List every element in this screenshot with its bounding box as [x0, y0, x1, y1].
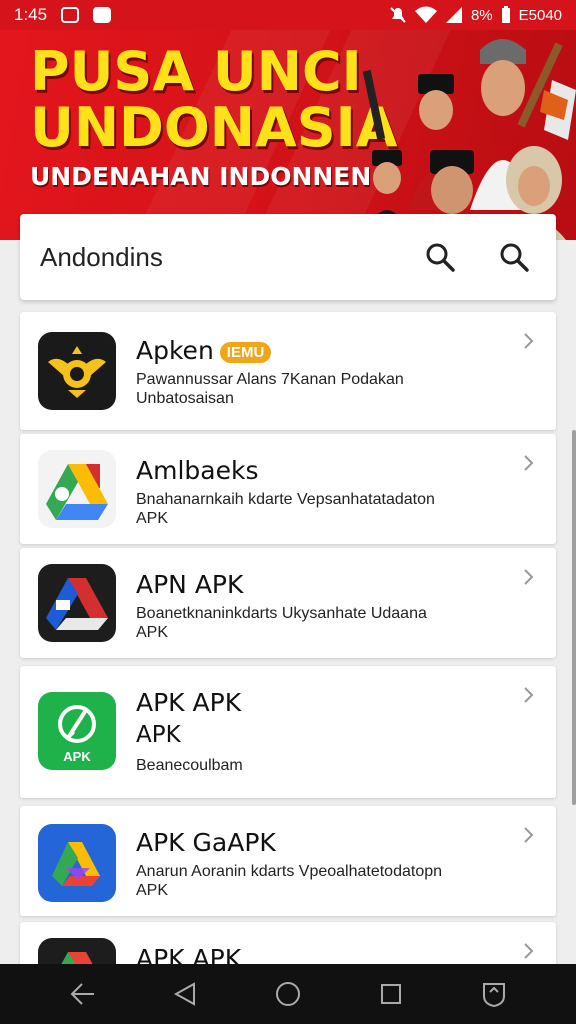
app-title: Apken IEMU	[136, 336, 272, 365]
garuda-icon	[38, 332, 116, 410]
list-item[interactable]: Apken IEMU Pawannussar Alans 7Kanan Podak…	[20, 312, 556, 430]
search-input[interactable]: Andondins	[40, 242, 388, 273]
app-desc-line1: Anarun Aoranin kdarts Vpeoalhatetodatopn	[136, 863, 443, 880]
recents-button[interactable]	[371, 974, 411, 1014]
back-arrow-icon	[70, 983, 94, 1005]
people-illustration	[362, 39, 576, 240]
app-title: APK APK	[136, 688, 242, 717]
home-button[interactable]	[268, 974, 308, 1014]
chevron-right-icon	[524, 569, 534, 585]
drive-icon	[38, 450, 116, 528]
app-desc-line2: APK	[136, 882, 169, 899]
battery-icon	[501, 6, 510, 23]
app-description: Anarun Aoranin kdarts Vpeoalhatetodatopn…	[136, 862, 486, 900]
app-list: Apken IEMU Pawannussar Alans 7Kanan Podak…	[20, 312, 556, 1016]
list-item[interactable]: APK GaAPK Anarun Aoranin kdarts Vpeoalha…	[20, 806, 556, 916]
back-arrow-button[interactable]	[62, 974, 102, 1014]
wifi-icon	[414, 6, 437, 23]
app-description: Boanetknaninkdarts Ukysanhate Udaana APK	[136, 604, 486, 642]
chevron-right-icon	[524, 333, 534, 349]
app-title: APN APK	[136, 570, 244, 599]
app-title: Amlbaeks	[136, 456, 259, 485]
banner-subtitle: UNDENAHAN INDONNEN	[30, 162, 372, 191]
app-desc-line1: Pawannussar Alans 7Kanan Podakan	[136, 371, 404, 388]
app-desc-line2: Unbatosaisan	[136, 390, 234, 407]
play-icon	[38, 824, 116, 902]
back-button[interactable]	[165, 974, 205, 1014]
app-desc-line2: APK	[136, 510, 169, 527]
search-icon	[500, 243, 529, 272]
home-circle-icon	[275, 982, 300, 1006]
list-item[interactable]: APK APK APK APK Beanecoulbam	[20, 666, 556, 798]
app-subtitle: APK	[136, 722, 181, 748]
battery-percent: 8%	[470, 6, 493, 24]
shield-button[interactable]	[474, 974, 514, 1014]
new-badge: IEMU	[219, 341, 272, 363]
apk-installer-icon: APK	[38, 692, 116, 770]
notification-icon	[61, 7, 80, 23]
app-description: Pawannussar Alans 7Kanan Podakan Unbatos…	[136, 370, 486, 408]
chevron-right-icon	[524, 687, 534, 703]
chevron-right-icon	[524, 455, 534, 471]
search-bar: Andondins	[20, 214, 556, 300]
hero-banner: PUSA UNCI UNDONASIA UNDENAHAN INDONNEN	[0, 30, 576, 240]
list-item[interactable]: APN APK Boanetknaninkdarts Ukysanhate Ud…	[20, 548, 556, 658]
mute-icon	[390, 7, 406, 23]
app-description: Bnahanarnkaih kdarte Vepsanhatatadaton A…	[136, 490, 486, 528]
signal-icon	[445, 7, 462, 23]
chevron-right-icon	[524, 827, 534, 843]
apk-icon-label: APK	[63, 749, 91, 764]
chevron-right-icon	[524, 943, 534, 959]
app-desc-line2: APK	[136, 624, 169, 641]
list-item[interactable]: Amlbaeks Bnahanarnkaih kdarte Vepsanhata…	[20, 434, 556, 544]
status-right-text: E5040	[518, 6, 562, 24]
app-icon	[93, 7, 112, 23]
status-time: 1:45	[14, 5, 48, 24]
navigation-bar	[0, 964, 576, 1024]
app-description: Beanecoulbam	[136, 757, 243, 774]
app-title-text: Apken	[136, 336, 214, 365]
status-bar: 1:45 8% E5040	[0, 0, 576, 30]
search-icon	[426, 243, 455, 272]
app-title: APK GaAPK	[136, 828, 276, 857]
recents-square-icon	[381, 984, 402, 1004]
scrollbar[interactable]	[572, 430, 576, 805]
search-button-secondary[interactable]	[492, 235, 536, 279]
search-button[interactable]	[418, 235, 462, 279]
app-desc-line1: Bnahanarnkaih kdarte Vepsanhatatadaton	[136, 491, 435, 508]
drive-icon	[38, 564, 116, 642]
shield-icon	[483, 983, 506, 1008]
back-triangle-icon	[173, 982, 195, 1006]
app-desc-line1: Boanetknaninkdarts Ukysanhate Udaana	[136, 605, 427, 622]
